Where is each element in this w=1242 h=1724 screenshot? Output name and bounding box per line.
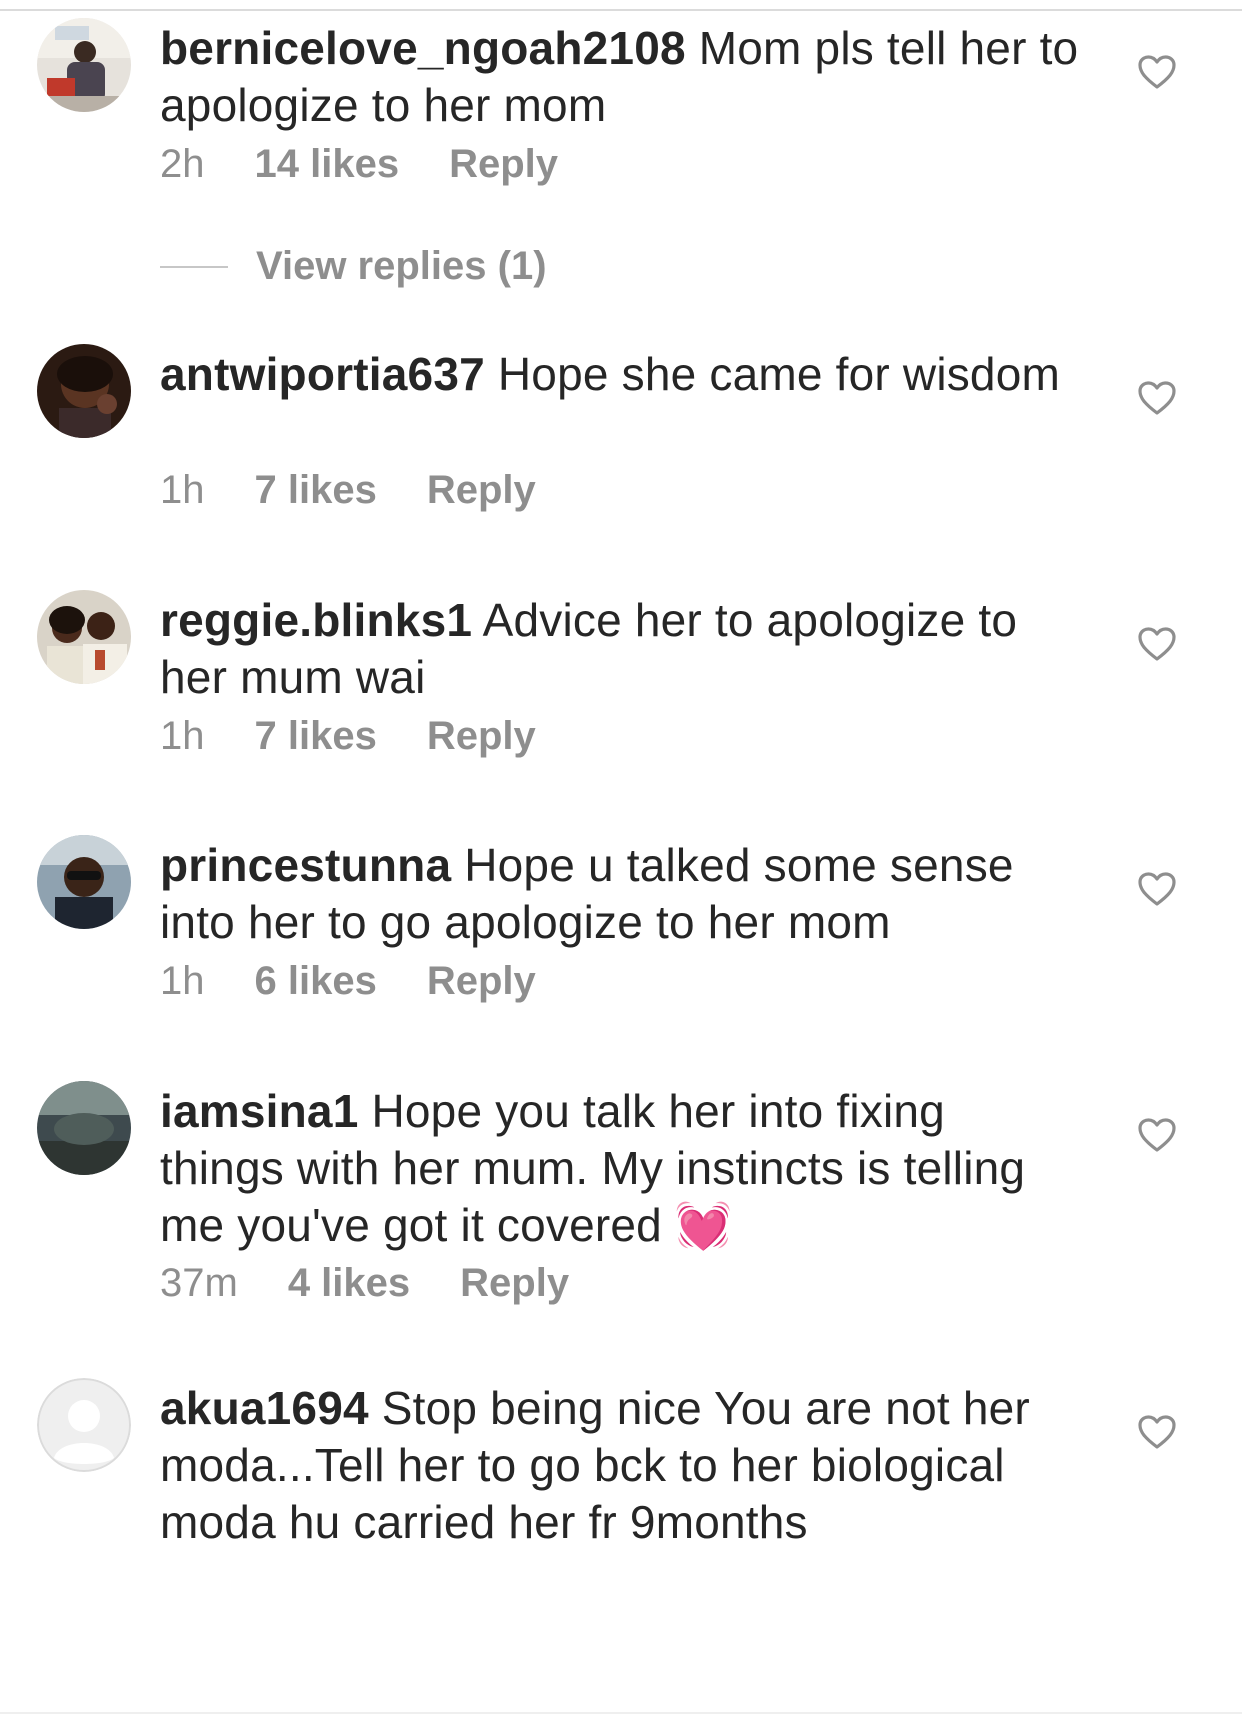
comment-text: bernicelove_ngoah2108 Mom pls tell her t…	[160, 20, 1080, 134]
comment-time: 1h	[160, 714, 205, 758]
comment-username[interactable]: bernicelove_ngoah2108	[160, 22, 686, 74]
comment-username[interactable]: iamsina1	[160, 1085, 359, 1137]
reply-button[interactable]: Reply	[449, 142, 558, 187]
comment-likes[interactable]: 7 likes	[255, 468, 377, 513]
comment-meta: 2h 14 likes Reply	[160, 142, 558, 187]
heart-outline-icon[interactable]	[1137, 1414, 1177, 1450]
reply-button[interactable]: Reply	[460, 1261, 569, 1306]
comment-text: princestunna Hope u talked some sense in…	[160, 837, 1080, 951]
view-replies-button[interactable]: View replies (1)	[160, 244, 547, 289]
comment-text: iamsina1 Hope you talk her into fixing t…	[160, 1083, 1080, 1254]
reply-button[interactable]: Reply	[427, 714, 536, 759]
view-replies-label: View replies (1)	[256, 244, 547, 288]
avatar[interactable]	[37, 18, 131, 112]
avatar[interactable]	[37, 1081, 131, 1175]
view-replies-line	[160, 265, 228, 268]
bottom-divider	[0, 1712, 1242, 1714]
comment-likes[interactable]: 4 likes	[288, 1261, 410, 1306]
heart-outline-icon[interactable]	[1137, 380, 1177, 416]
reply-button[interactable]: Reply	[427, 468, 536, 513]
comment-username[interactable]: antwiportia637	[160, 348, 485, 400]
reply-button[interactable]: Reply	[427, 959, 536, 1004]
comment-meta: 1h 6 likes Reply	[160, 959, 536, 1004]
avatar[interactable]	[37, 590, 131, 684]
comment-time: 37m	[160, 1261, 238, 1305]
comment-likes[interactable]: 14 likes	[255, 142, 400, 187]
comment-text: antwiportia637 Hope she came for wisdom	[160, 346, 1080, 403]
heart-outline-icon[interactable]	[1137, 54, 1177, 90]
comment-meta: 37m 4 likes Reply	[160, 1261, 569, 1306]
comment-likes[interactable]: 7 likes	[255, 714, 377, 759]
comment-time: 2h	[160, 142, 205, 186]
avatar[interactable]	[37, 344, 131, 438]
comment-meta: 1h 7 likes Reply	[160, 468, 536, 513]
top-divider	[0, 9, 1242, 11]
comment-text: akua1694 Stop being nice You are not her…	[160, 1380, 1080, 1551]
comment-meta: 1h 7 likes Reply	[160, 714, 536, 759]
comment-username[interactable]: akua1694	[160, 1382, 369, 1434]
default-avatar-icon[interactable]	[37, 1378, 131, 1472]
heart-outline-icon[interactable]	[1137, 871, 1177, 907]
comment-time: 1h	[160, 468, 205, 512]
avatar[interactable]	[37, 835, 131, 929]
comment-username[interactable]: reggie.blinks1	[160, 594, 472, 646]
comment-likes[interactable]: 6 likes	[255, 959, 377, 1004]
heart-outline-icon[interactable]	[1137, 626, 1177, 662]
comment-text: reggie.blinks1 Advice her to apologize t…	[160, 592, 1080, 706]
comment-username[interactable]: princestunna	[160, 839, 451, 891]
heart-outline-icon[interactable]	[1137, 1117, 1177, 1153]
comment-time: 1h	[160, 959, 205, 1003]
comment-body: Hope she came for wisdom	[497, 348, 1061, 400]
